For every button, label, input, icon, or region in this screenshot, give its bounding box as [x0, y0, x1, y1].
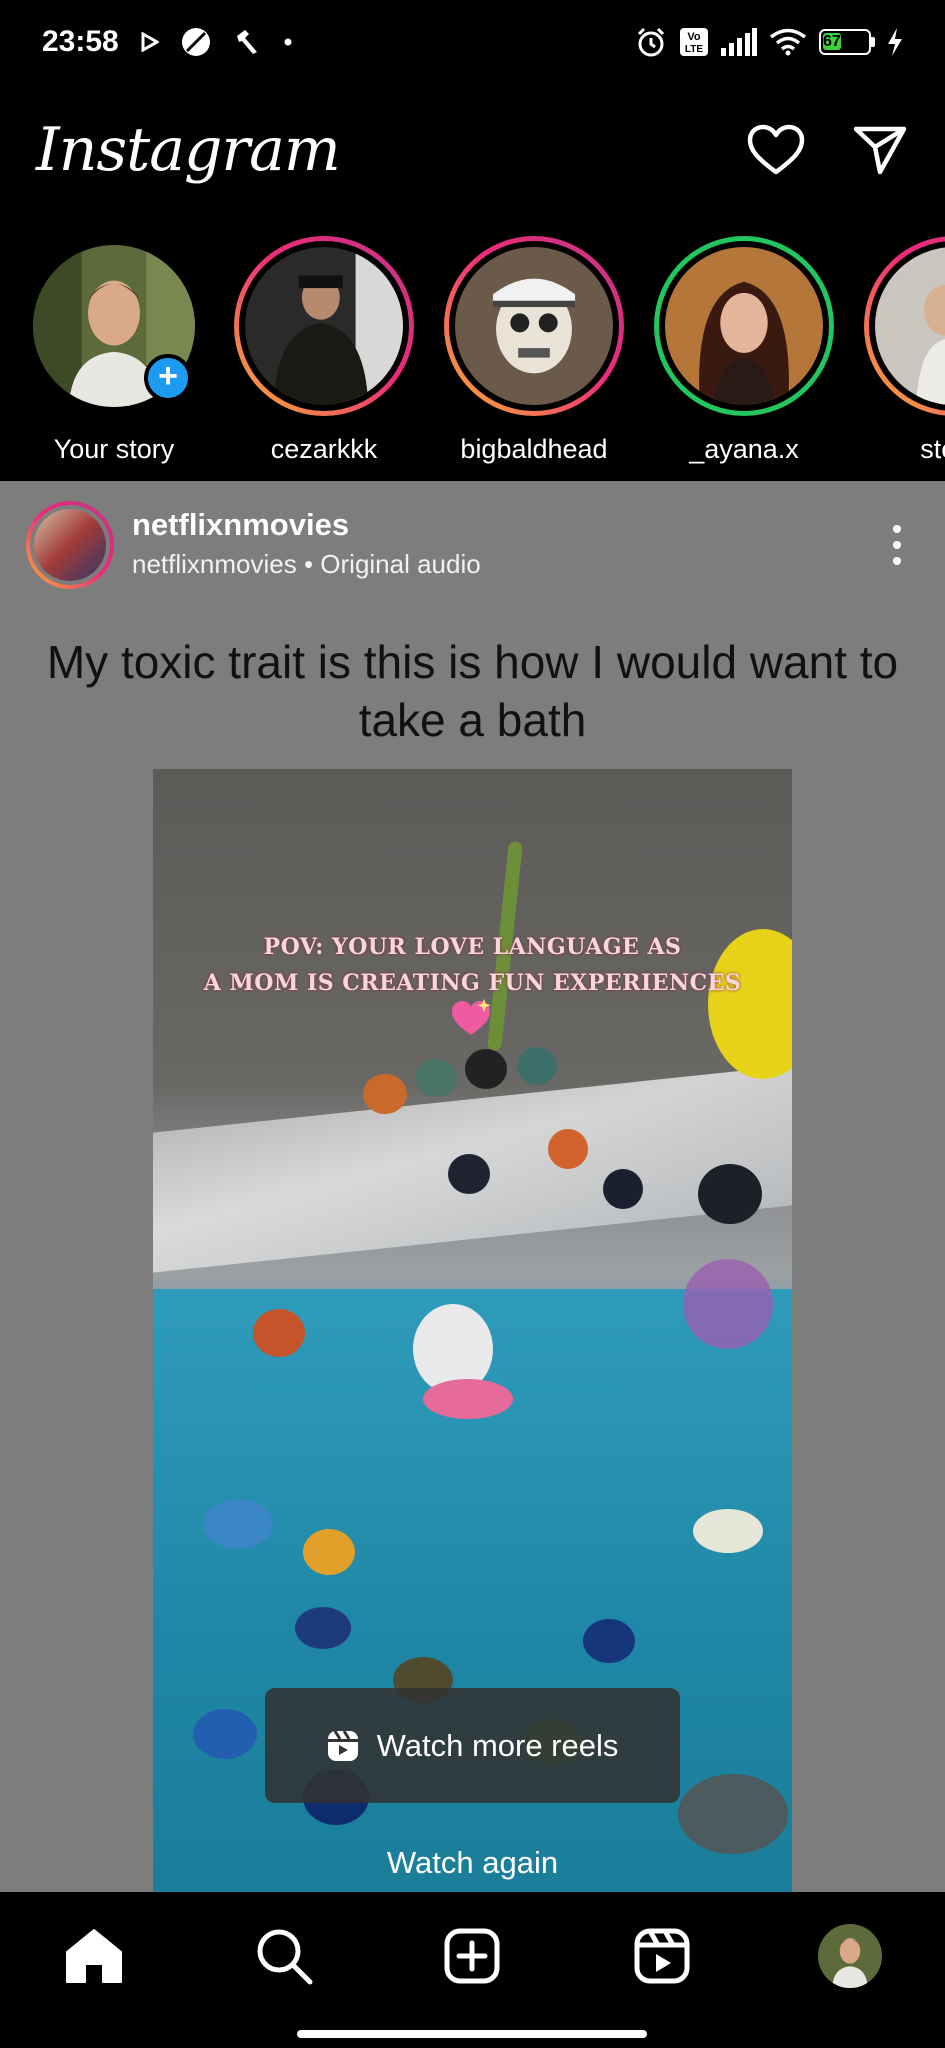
reel-caption: My toxic trait is this is how I would wa…	[46, 636, 899, 746]
avatar	[665, 247, 823, 405]
video-ball	[253, 1309, 305, 1357]
video-float-toy	[203, 1499, 273, 1549]
svg-text:Vo: Vo	[687, 31, 701, 43]
story-bigbaldhead[interactable]: bigbaldhead	[434, 236, 634, 465]
stories-tray: + Your story cezarkkk bigbaldhead _ayana…	[0, 236, 945, 466]
charging-icon	[888, 28, 902, 56]
post-header: netflixnmovies netflixnmovies • Original…	[0, 481, 945, 611]
video-float-toy	[678, 1774, 788, 1854]
watch-more-reels-button[interactable]: Watch more reels	[265, 1688, 680, 1803]
video-ball	[603, 1169, 643, 1209]
create-icon	[444, 1928, 500, 1984]
video-ball	[363, 1074, 407, 1114]
play-icon	[141, 32, 159, 52]
video-overlay-line-2: A MOM IS CREATING FUN EXPERIENCES	[203, 970, 742, 996]
story-ayana-x[interactable]: _ayana.x	[644, 236, 844, 465]
video-overlay-line-1: POV: YOUR LOVE LANGUAGE AS	[263, 934, 682, 960]
story-stefar[interactable]: stefar	[854, 236, 945, 465]
nav-profile[interactable]	[818, 1924, 882, 1988]
story-ring	[654, 236, 834, 416]
alarm-icon	[637, 27, 665, 57]
volte-icon: VoLTE	[680, 28, 708, 56]
send-icon[interactable]	[853, 125, 907, 175]
home-icon	[66, 1929, 122, 1983]
profile-avatar	[818, 1924, 882, 1988]
watch-more-reels-label: Watch more reels	[376, 1727, 619, 1763]
more-options-icon[interactable]	[893, 525, 907, 573]
video-ball	[517, 1047, 557, 1085]
story-label: cezarkkk	[270, 434, 378, 464]
video-ball	[548, 1129, 588, 1169]
reels-icon	[327, 1729, 358, 1761]
svg-text:LTE: LTE	[685, 44, 703, 55]
hammer-icon	[236, 30, 257, 54]
nav-search[interactable]	[252, 1924, 316, 1988]
watch-again-button[interactable]: Watch again	[340, 1845, 605, 1881]
nav-home[interactable]	[62, 1924, 126, 1988]
video-pinwheel	[683, 1259, 773, 1349]
video-dot	[295, 1607, 351, 1649]
video-float-toy	[303, 1529, 355, 1575]
status-right: Vo LTE 67	[635, 26, 903, 58]
video-overlay-text: POV: YOUR LOVE LANGUAGE AS A MOM IS CREA…	[153, 929, 792, 1001]
app-header: Instagram	[0, 105, 945, 195]
video-dot	[193, 1709, 257, 1759]
video-ball	[698, 1164, 762, 1224]
avatar	[455, 247, 613, 405]
signal-icon	[721, 28, 757, 56]
sparkle-heart-icon	[452, 999, 491, 1035]
header-actions	[747, 124, 907, 176]
circle-slash-icon	[181, 28, 210, 56]
post-username[interactable]: netflixnmovies	[132, 507, 349, 543]
video-float-toy	[693, 1509, 763, 1553]
story-ring	[234, 236, 414, 416]
status-left: 23:58	[42, 25, 293, 59]
video-dot	[583, 1619, 635, 1663]
add-story-button[interactable]: +	[144, 354, 192, 402]
avatar	[875, 247, 945, 405]
search-icon	[257, 1929, 313, 1985]
avatar	[245, 247, 403, 405]
nav-reels[interactable]	[630, 1924, 694, 1988]
dot-icon	[284, 38, 292, 46]
video-ball	[465, 1049, 507, 1089]
video-pink-toy	[423, 1379, 513, 1419]
avatar	[34, 509, 106, 581]
reels-icon	[634, 1928, 690, 1984]
story-your-story[interactable]: + Your story	[14, 236, 214, 465]
post-author-avatar[interactable]	[26, 501, 114, 589]
nav-create[interactable]	[440, 1924, 504, 1988]
post-audio-info[interactable]: netflixnmovies • Original audio	[132, 549, 481, 580]
video-ball	[448, 1154, 490, 1194]
status-time: 23:58	[42, 25, 119, 58]
wifi-icon	[769, 28, 807, 56]
battery-icon: 67	[819, 29, 875, 55]
story-ring	[864, 236, 945, 416]
battery-level: 67	[823, 33, 841, 50]
story-cezarkkk[interactable]: cezarkkk	[224, 236, 424, 465]
video-ball	[415, 1059, 457, 1097]
story-ring	[444, 236, 624, 416]
home-indicator[interactable]	[297, 2030, 647, 2038]
bottom-nav	[0, 1892, 945, 2048]
heart-icon[interactable]	[747, 124, 805, 176]
story-label: _ayana.x	[689, 434, 799, 464]
feed-post: netflixnmovies netflixnmovies • Original…	[0, 481, 945, 1892]
story-label: Your story	[53, 434, 175, 464]
status-bar: 23:58 Vo LTE 67	[0, 0, 945, 84]
instagram-logo[interactable]: Instagram	[36, 115, 341, 185]
story-label: bigbaldhead	[460, 434, 608, 464]
story-label: stefar	[920, 434, 945, 464]
